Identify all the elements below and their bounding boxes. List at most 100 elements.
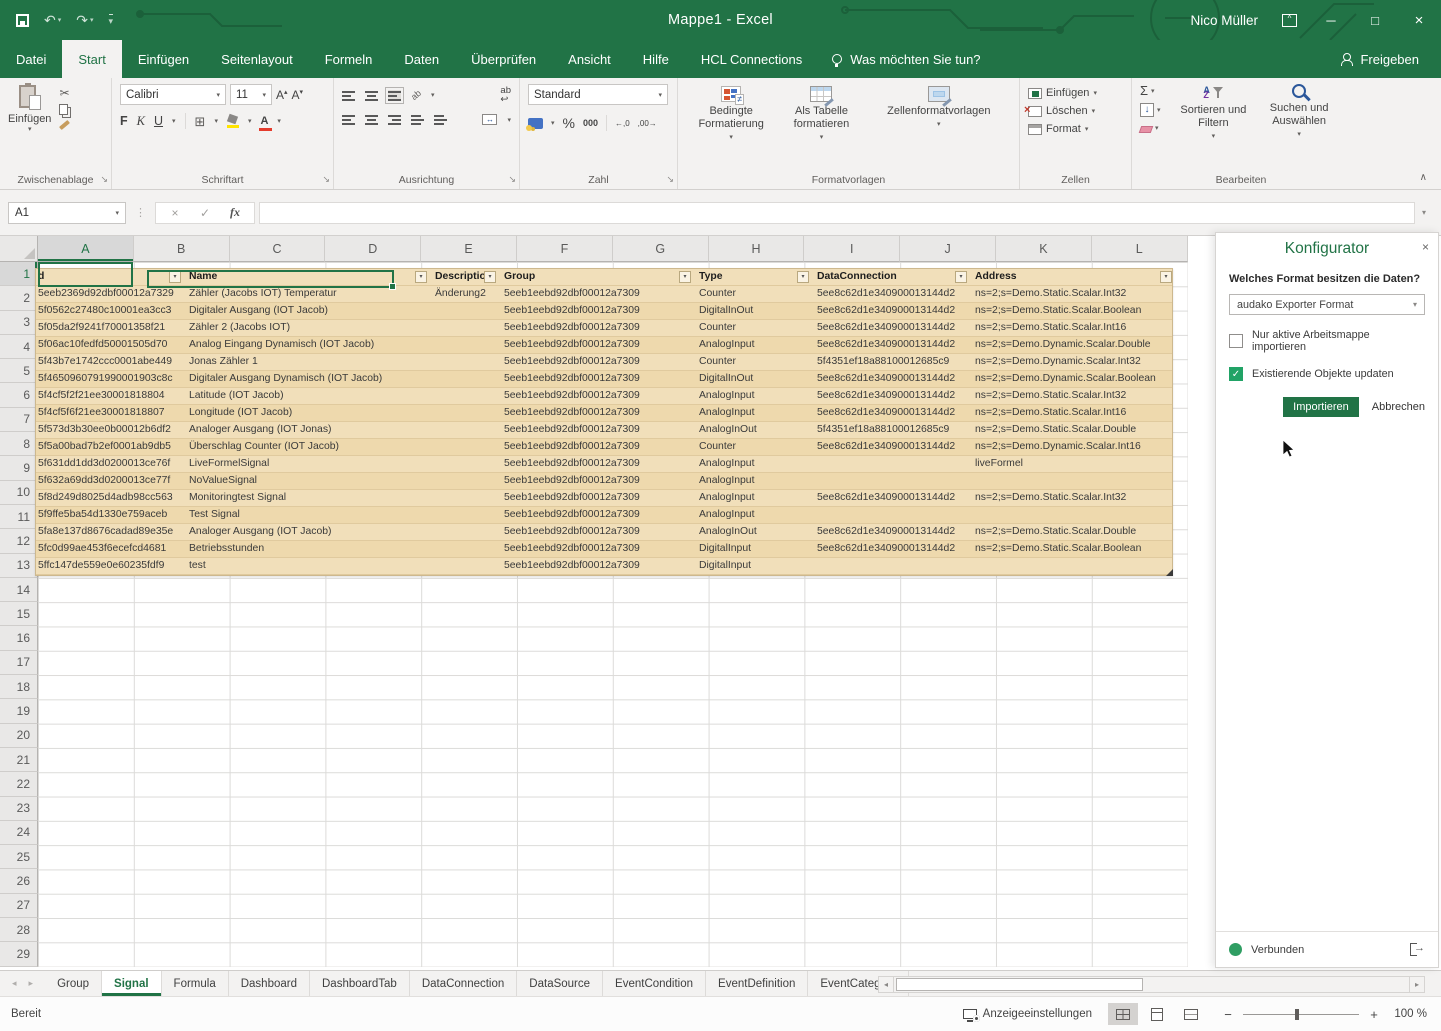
- zoom-out-button[interactable]: −: [1222, 1007, 1234, 1022]
- table-cell[interactable]: Änderung2: [429, 286, 498, 302]
- decrease-font-size-button[interactable]: A▾: [292, 88, 304, 102]
- import-button[interactable]: Importieren: [1283, 397, 1359, 417]
- delete-cells-button[interactable]: Löschen ▾: [1028, 102, 1123, 120]
- table-cell[interactable]: 5ee8c62d1e340900013144d2: [811, 524, 969, 540]
- row-header-1[interactable]: 1: [0, 262, 38, 286]
- sheet-tab-dashboard[interactable]: Dashboard: [229, 971, 310, 996]
- tab-datei[interactable]: Datei: [0, 40, 62, 78]
- table-header-cell[interactable]: Address▾: [969, 269, 1174, 285]
- sheet-nav-right-icon[interactable]: ▸: [29, 978, 34, 989]
- table-cell[interactable]: 5ee8c62d1e340900013144d2: [811, 286, 969, 302]
- dialog-launcher-icon[interactable]: ↘: [322, 174, 330, 185]
- filter-dropdown-icon[interactable]: ▾: [955, 271, 967, 283]
- table-cell[interactable]: AnalogInput: [693, 473, 811, 489]
- table-cell[interactable]: [811, 507, 969, 523]
- table-cell[interactable]: [429, 422, 498, 438]
- column-header-G[interactable]: G: [613, 236, 709, 262]
- table-cell[interactable]: Counter: [693, 320, 811, 336]
- table-cell[interactable]: 5f632a69dd3d0200013ce77f: [36, 473, 183, 489]
- table-cell[interactable]: [969, 558, 1174, 574]
- table-cell[interactable]: [429, 388, 498, 404]
- table-cell[interactable]: Zähler 2 (Jacobs IOT): [183, 320, 429, 336]
- insert-function-icon[interactable]: fx: [220, 205, 250, 220]
- formula-enter-icon[interactable]: ✓: [190, 206, 220, 220]
- normal-view-button[interactable]: [1108, 1003, 1138, 1025]
- row-header-23[interactable]: 23: [0, 797, 38, 821]
- align-middle-button[interactable]: [365, 90, 378, 101]
- column-header-F[interactable]: F: [517, 236, 613, 262]
- table-cell[interactable]: 5f631dd1dd3d0200013ce76f: [36, 456, 183, 472]
- row-header-9[interactable]: 9: [0, 456, 38, 480]
- table-cell[interactable]: [811, 473, 969, 489]
- table-header-cell[interactable]: Name▾: [183, 269, 429, 285]
- table-cell[interactable]: [429, 320, 498, 336]
- row-header-22[interactable]: 22: [0, 772, 38, 796]
- format-painter-button[interactable]: [59, 120, 70, 130]
- minimize-button[interactable]: ─: [1321, 13, 1341, 28]
- format-select[interactable]: audako Exporter Format ▾: [1229, 294, 1425, 315]
- insert-cells-button[interactable]: Einfügen ▾: [1028, 84, 1123, 102]
- table-cell[interactable]: ns=2;s=Demo.Static.Scalar.Boolean: [969, 541, 1174, 557]
- table-cell[interactable]: 5f573d3b30ee0b00012b6df2: [36, 422, 183, 438]
- number-format-select[interactable]: Standard▾: [528, 84, 668, 105]
- table-cell[interactable]: 5f9ffe5ba54d1330e759aceb: [36, 507, 183, 523]
- table-cell[interactable]: Jonas Zähler 1: [183, 354, 429, 370]
- table-cell[interactable]: ns=2;s=Demo.Dynamic.Scalar.Double: [969, 337, 1174, 353]
- formula-input[interactable]: [259, 202, 1415, 224]
- sheet-tab-dashboardtab[interactable]: DashboardTab: [310, 971, 410, 996]
- close-pane-icon[interactable]: ×: [1422, 240, 1429, 254]
- font-color-button[interactable]: A: [260, 116, 268, 127]
- table-cell[interactable]: Longitude (IOT Jacob): [183, 405, 429, 421]
- cancel-button[interactable]: Abbrechen: [1372, 401, 1425, 413]
- sheet-tab-formula[interactable]: Formula: [162, 971, 229, 996]
- sheet-tab-signal[interactable]: Signal: [102, 971, 162, 996]
- table-cell[interactable]: NoValueSignal: [183, 473, 429, 489]
- row-header-2[interactable]: 2: [0, 286, 38, 310]
- fill-button[interactable]: ↓▾: [1140, 103, 1161, 117]
- table-cell[interactable]: [429, 558, 498, 574]
- column-header-B[interactable]: B: [134, 236, 230, 262]
- table-cell[interactable]: AnalogInput: [693, 337, 811, 353]
- comma-style-button[interactable]: 000: [583, 118, 598, 128]
- table-cell[interactable]: AnalogInput: [693, 388, 811, 404]
- table-cell[interactable]: [969, 507, 1174, 523]
- row-header-18[interactable]: 18: [0, 675, 38, 699]
- bold-button[interactable]: F: [120, 114, 128, 128]
- table-cell[interactable]: test: [183, 558, 429, 574]
- table-cell[interactable]: 5eeb1eebd92dbf00012a7309: [498, 490, 693, 506]
- table-cell[interactable]: 5eeb1eebd92dbf00012a7309: [498, 405, 693, 421]
- table-cell[interactable]: DigitalInput: [693, 541, 811, 557]
- table-cell[interactable]: 5eeb1eebd92dbf00012a7309: [498, 439, 693, 455]
- table-cell[interactable]: Latitude (IOT Jacob): [183, 388, 429, 404]
- table-cell[interactable]: Betriebsstunden: [183, 541, 429, 557]
- tell-me-box[interactable]: Was möchten Sie tun?: [832, 40, 980, 78]
- table-cell[interactable]: 5ee8c62d1e340900013144d2: [811, 541, 969, 557]
- sheet-nav-left-icon[interactable]: ◂: [12, 978, 17, 989]
- table-cell[interactable]: Monitoringtest Signal: [183, 490, 429, 506]
- table-header-cell[interactable]: Group▾: [498, 269, 693, 285]
- tab-ansicht[interactable]: Ansicht: [552, 40, 627, 78]
- table-cell[interactable]: AnalogInput: [693, 507, 811, 523]
- page-break-view-button[interactable]: [1176, 1003, 1206, 1025]
- table-cell[interactable]: 5eeb1eebd92dbf00012a7309: [498, 371, 693, 387]
- table-cell[interactable]: [429, 490, 498, 506]
- table-cell[interactable]: [429, 405, 498, 421]
- paste-button[interactable]: Einfügen ▾: [8, 84, 51, 133]
- scroll-right-icon[interactable]: ▸: [1409, 976, 1425, 993]
- table-cell[interactable]: [969, 473, 1174, 489]
- table-cell[interactable]: AnalogInOut: [693, 422, 811, 438]
- column-header-A[interactable]: A: [38, 236, 134, 262]
- align-bottom-button[interactable]: [388, 90, 401, 101]
- table-cell[interactable]: 5fc0d99ae453f6ecefcd4681: [36, 541, 183, 557]
- table-cell[interactable]: Analoger Ausgang (IOT Jonas): [183, 422, 429, 438]
- align-left-button[interactable]: [342, 114, 355, 125]
- decrease-decimal-button[interactable]: ,00→: [638, 119, 657, 128]
- close-button[interactable]: ×: [1409, 12, 1429, 29]
- column-header-H[interactable]: H: [709, 236, 805, 262]
- table-cell[interactable]: 5ee8c62d1e340900013144d2: [811, 337, 969, 353]
- update-objects-checkbox[interactable]: ✓ Existierende Objekte updaten: [1229, 367, 1425, 381]
- table-cell[interactable]: [429, 524, 498, 540]
- row-header-20[interactable]: 20: [0, 724, 38, 748]
- table-cell[interactable]: 5f8d249d8025d4adb98cc563: [36, 490, 183, 506]
- row-header-21[interactable]: 21: [0, 748, 38, 772]
